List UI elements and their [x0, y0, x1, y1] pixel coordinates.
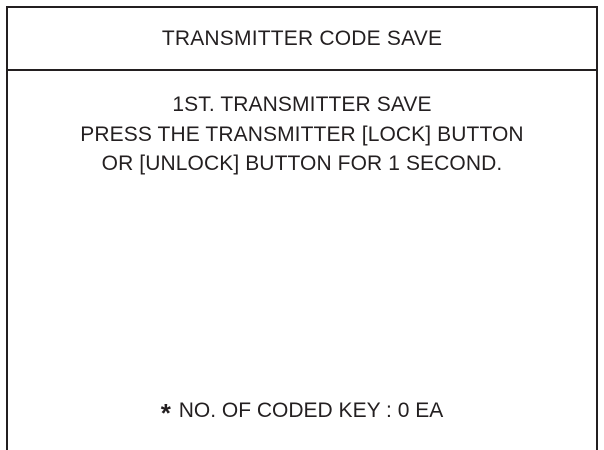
screen-frame: TRANSMITTER CODE SAVE 1ST. TRANSMITTER S… [6, 6, 598, 450]
coded-key-status: * NO. OF CODED KEY : 0 EA [8, 398, 596, 429]
message-line-2: PRESS THE TRANSMITTER [LOCK] BUTTON [80, 122, 524, 146]
message-line-1: 1ST. TRANSMITTER SAVE [172, 93, 432, 116]
screen-title: TRANSMITTER CODE SAVE [161, 26, 443, 50]
message-line-3: OR [UNLOCK] BUTTON FOR 1 SECOND. [101, 152, 503, 175]
screen-title-bar: TRANSMITTER CODE SAVE [8, 8, 596, 71]
coded-key-count-text: NO. OF CODED KEY : 0 EA [178, 399, 444, 422]
asterisk-icon: * [160, 398, 171, 428]
instruction-message: 1ST. TRANSMITTER SAVE PRESS THE TRANSMIT… [8, 90, 596, 179]
